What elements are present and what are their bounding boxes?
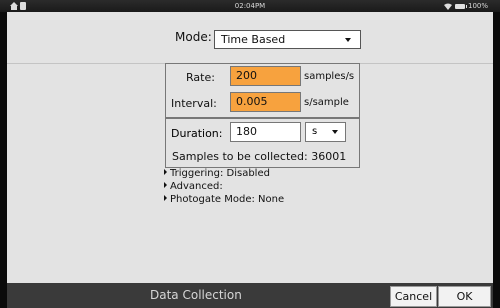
bezel-right xyxy=(493,12,500,308)
interval-input[interactable]: 0.005 xyxy=(230,92,301,112)
mode-select-value: Time Based xyxy=(221,33,286,46)
photogate-label: Photogate Mode: None xyxy=(170,194,285,205)
data-collection-dialog: Mode: Time Based Rate: 200 samples/s Int… xyxy=(7,12,493,283)
triggering-expander[interactable]: Triggering: Disabled xyxy=(164,168,270,179)
duration-label: Duration: xyxy=(171,127,223,140)
interval-row: Interval: 0.005 s/sample xyxy=(166,92,361,116)
status-bar: 02:04PM 100% xyxy=(0,0,500,12)
expand-arrow-icon xyxy=(164,169,167,175)
duration-unit-select[interactable]: s xyxy=(305,122,346,142)
cancel-button[interactable]: Cancel xyxy=(390,286,437,307)
interval-unit: s/sample xyxy=(304,97,349,108)
triggering-label: Triggering: Disabled xyxy=(170,168,270,179)
rate-input[interactable]: 200 xyxy=(230,66,301,86)
advanced-label: Advanced: xyxy=(170,181,223,192)
battery-icon xyxy=(454,3,467,9)
clock: 02:04PM xyxy=(234,2,266,10)
interval-label: Interval: xyxy=(171,97,217,110)
mode-label: Mode: xyxy=(175,30,212,44)
ok-button[interactable]: OK xyxy=(438,286,491,307)
duration-unit-value: s xyxy=(312,126,318,137)
rate-row: Rate: 200 samples/s xyxy=(166,66,361,90)
chevron-down-icon xyxy=(332,130,338,134)
photogate-expander[interactable]: Photogate Mode: None xyxy=(164,194,284,205)
bezel-left xyxy=(0,12,7,308)
chevron-down-icon xyxy=(345,38,351,42)
expand-arrow-icon xyxy=(164,195,167,201)
bottom-bar: Data Collection Cancel OK xyxy=(7,283,493,308)
advanced-expander[interactable]: Advanced: xyxy=(164,181,223,192)
mode-row: Mode: Time Based xyxy=(7,12,493,64)
mode-select[interactable]: Time Based xyxy=(214,30,361,49)
rate-label: Rate: xyxy=(186,71,215,84)
duration-group: Duration: 180 s Samples to be collected:… xyxy=(165,118,360,168)
dialog-title: Data Collection xyxy=(150,288,242,302)
status-right-icons: 100% xyxy=(443,0,488,12)
expand-arrow-icon xyxy=(164,182,167,188)
rate-interval-group: Rate: 200 samples/s Interval: 0.005 s/sa… xyxy=(165,63,360,118)
battery-percent: 100% xyxy=(467,2,488,10)
rate-unit: samples/s xyxy=(304,71,355,82)
samples-to-collect: Samples to be collected: 36001 xyxy=(172,150,347,163)
duration-input[interactable]: 180 xyxy=(230,122,301,142)
wifi-icon xyxy=(443,3,452,10)
